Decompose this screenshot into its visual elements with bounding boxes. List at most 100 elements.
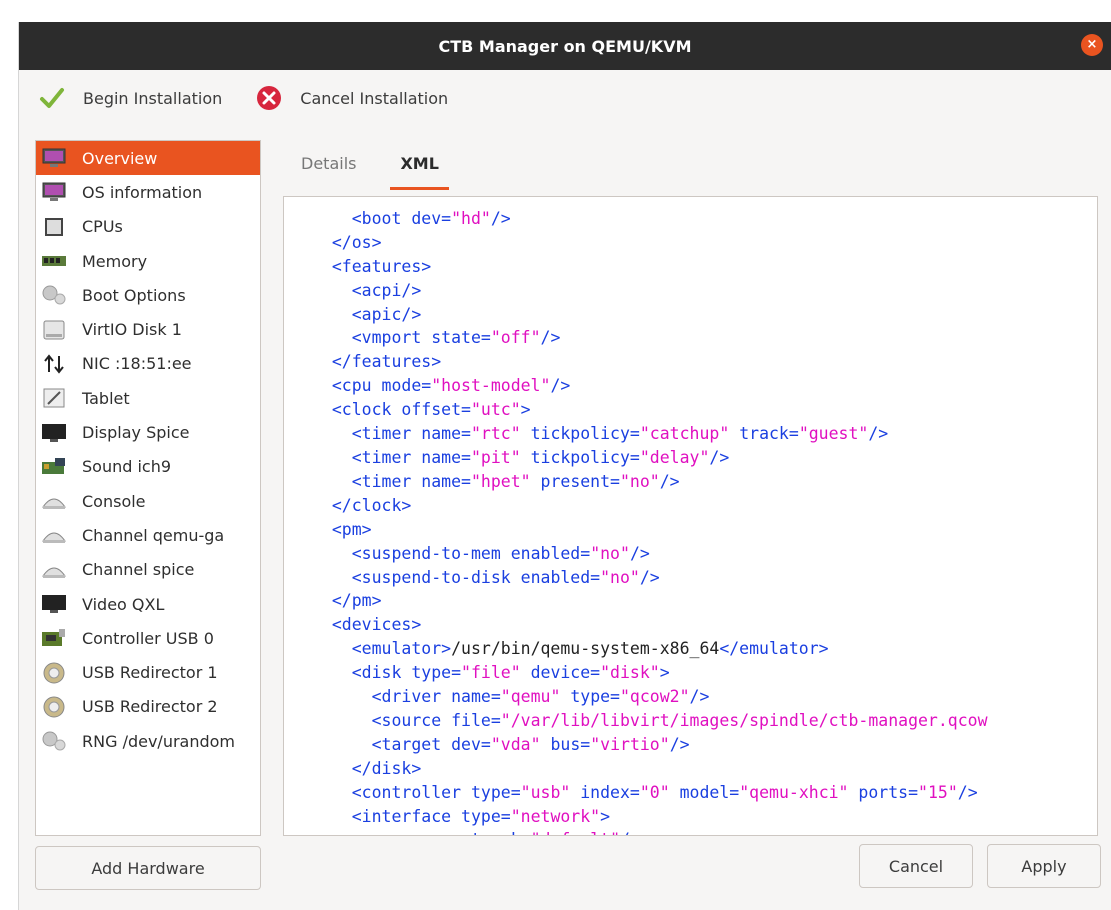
xml-line: <timer name="pit" tickpolicy="delay"/> — [312, 446, 988, 470]
xml-line: <suspend-to-mem enabled="no"/> — [312, 542, 988, 566]
xml-token: enabled= — [520, 567, 601, 587]
xml-token: dev= — [411, 208, 452, 228]
xml-line: <cpu mode="host-model"/> — [312, 374, 988, 398]
xml-content[interactable]: <boot dev="hd"/> </os> <features> <acpi/… — [312, 197, 988, 835]
xml-token: name= — [421, 447, 471, 467]
cpu-icon — [40, 216, 68, 238]
xml-line: <pm> — [312, 518, 988, 542]
xml-token: name= — [421, 471, 471, 491]
sidebar-item-overview[interactable]: Overview — [36, 141, 260, 176]
xml-line: <driver name="qemu" type="qcow2"/> — [312, 685, 988, 709]
xml-token: "qcow2" — [620, 687, 690, 707]
xml-line: <timer name="hpet" present="no"/> — [312, 470, 988, 494]
xml-editor[interactable]: <boot dev="hd"/> </os> <features> <acpi/… — [283, 196, 1098, 836]
xml-token: <cpu — [331, 376, 382, 396]
xml-token: "usb" — [520, 782, 571, 802]
sidebar-item-os-information[interactable]: OS information — [36, 175, 260, 209]
sidebar-item-controller-usb-0[interactable]: Controller USB 0 — [36, 621, 260, 655]
xml-token — [332, 759, 352, 778]
xml-token: type= — [560, 687, 620, 707]
sidebar-item-label: RNG /dev/urandom — [82, 731, 236, 751]
xml-token: /> — [868, 424, 889, 444]
xml-token: "0" — [639, 782, 670, 802]
sidebar-item-label: CPUs — [82, 217, 123, 237]
xml-token: /> — [490, 208, 511, 228]
title-bar[interactable]: CTB Manager on QEMU/KVM × — [19, 22, 1111, 70]
xml-token: /> — [669, 734, 690, 754]
xml-line — [312, 197, 988, 207]
xml-token: <source — [371, 710, 452, 730]
xml-line: <disk type="file" device="disk"> — [312, 661, 988, 685]
sidebar-item-usb-redirector-2[interactable]: USB Redirector 2 — [36, 690, 260, 724]
sidebar-item-display-spice[interactable]: Display Spice — [36, 415, 260, 449]
sidebar-item-sound-ich9[interactable]: Sound ich9 — [36, 450, 260, 484]
sound-card-icon — [40, 456, 68, 478]
sidebar-item-nic-18-51-ee[interactable]: NIC :18:51:ee — [36, 347, 260, 381]
sidebar-item-console[interactable]: Console — [36, 484, 260, 518]
xml-token — [332, 544, 352, 563]
xml-token: /> — [639, 567, 660, 587]
sidebar-item-label: Console — [82, 491, 146, 511]
xml-token: "delay" — [639, 447, 710, 467]
disk-icon — [40, 319, 68, 341]
xml-token: "utc" — [470, 400, 521, 420]
xml-token: <pm> — [331, 519, 372, 539]
xml-token: /> — [540, 328, 561, 348]
sidebar-item-memory[interactable]: Memory — [36, 244, 260, 278]
sidebar-item-rng-dev-urandom[interactable]: RNG /dev/urandom — [36, 724, 260, 758]
sidebar-item-label: NIC :18:51:ee — [82, 354, 192, 374]
xml-line: </os> — [312, 231, 988, 255]
xml-token — [332, 807, 352, 826]
xml-line: <boot dev="hd"/> — [312, 207, 988, 231]
xml-token: "rtc" — [470, 424, 521, 444]
xml-token: index= — [570, 782, 640, 802]
xml-token: <clock — [331, 400, 402, 420]
sidebar-item-virtio-disk-1[interactable]: VirtIO Disk 1 — [36, 312, 260, 346]
xml-token: state= — [431, 328, 491, 348]
tab-details[interactable]: Details — [283, 140, 374, 188]
tab-xml[interactable]: XML — [382, 140, 456, 190]
xml-token: /> — [620, 830, 640, 835]
xml-token — [332, 472, 352, 491]
xml-line: <features> — [312, 255, 988, 279]
xml-token: <timer — [351, 471, 422, 491]
cancel-button[interactable]: Cancel — [859, 844, 973, 888]
xml-token: > — [600, 806, 611, 826]
xml-line: <source network="default"/> — [312, 828, 988, 835]
begin-installation-button[interactable]: Begin Installation — [39, 85, 222, 111]
sidebar-item-usb-redirector-1[interactable]: USB Redirector 1 — [36, 655, 260, 689]
xml-line: <acpi/> — [312, 279, 988, 303]
sidebar-item-cpus[interactable]: CPUs — [36, 210, 260, 244]
xml-token: <disk — [351, 663, 412, 683]
xml-line: </clock> — [312, 494, 988, 518]
xml-token — [332, 711, 372, 730]
xml-token: bus= — [540, 734, 591, 754]
xml-token: mode= — [381, 376, 432, 396]
monitor-icon — [40, 147, 68, 169]
xml-token: /> — [629, 543, 650, 563]
xml-line: <devices> — [312, 613, 988, 637]
xml-token: "virtio" — [590, 734, 670, 754]
xml-token: <vmport — [351, 328, 432, 348]
xml-token: device= — [520, 663, 601, 683]
usb-icon — [40, 662, 68, 684]
apply-button[interactable]: Apply — [987, 844, 1101, 888]
sidebar-item-tablet[interactable]: Tablet — [36, 381, 260, 415]
vm-details-window: CTB Manager on QEMU/KVM × Begin Installa… — [18, 22, 1111, 910]
sidebar-item-channel-qemu-ga[interactable]: Channel qemu-ga — [36, 518, 260, 552]
network-icon — [40, 353, 68, 375]
add-hardware-button[interactable]: Add Hardware — [35, 846, 261, 890]
sidebar-item-label: USB Redirector 2 — [82, 697, 218, 717]
xml-token: file= — [451, 710, 501, 730]
sidebar-item-channel-spice[interactable]: Channel spice — [36, 553, 260, 587]
sidebar-item-boot-options[interactable]: Boot Options — [36, 278, 260, 312]
close-icon[interactable]: × — [1081, 34, 1103, 56]
xml-line: <apic/> — [312, 303, 988, 327]
sidebar-item-video-qxl[interactable]: Video QXL — [36, 587, 260, 621]
xml-token: <suspend-to-disk — [351, 567, 521, 587]
xml-token: network= — [451, 830, 530, 835]
cancel-installation-button[interactable]: Cancel Installation — [256, 85, 448, 111]
xml-token — [332, 305, 352, 324]
xml-token: <apic/> — [351, 304, 422, 324]
xml-line: </disk> — [312, 757, 988, 781]
